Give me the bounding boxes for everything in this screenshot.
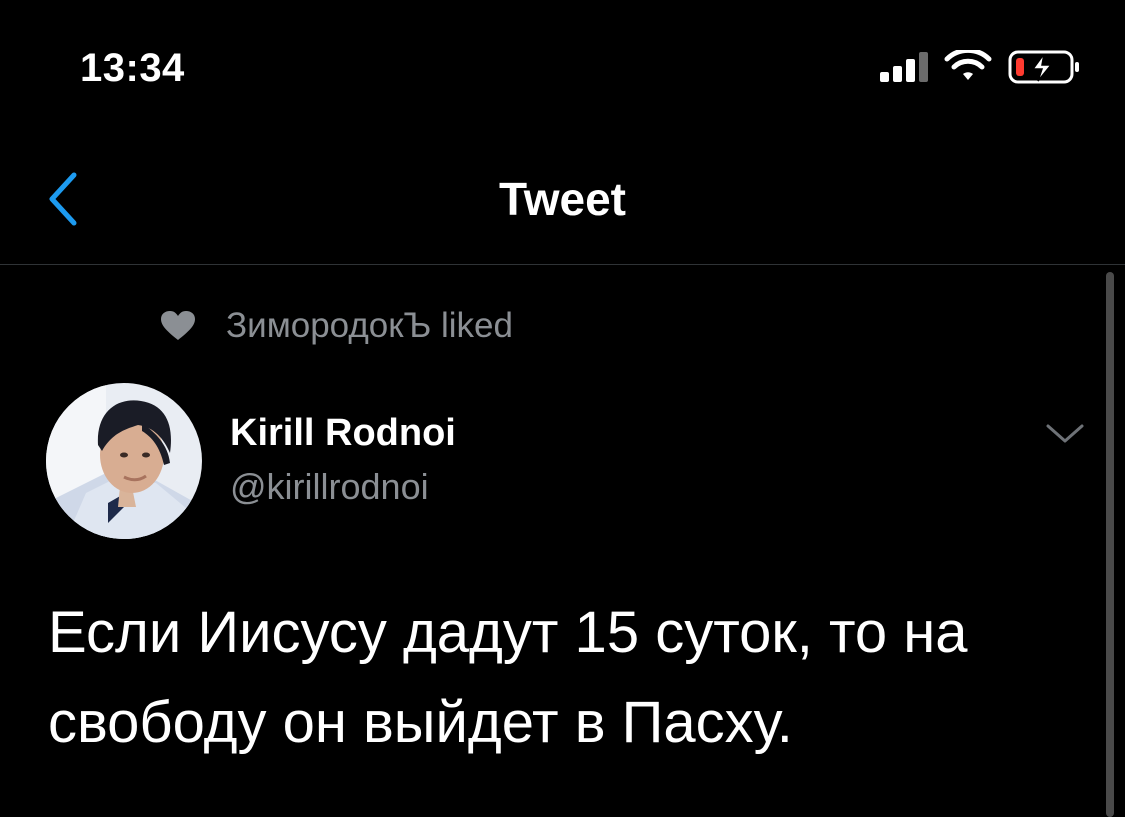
avatar-photo <box>46 383 202 539</box>
navigation-bar: Tweet <box>0 140 1125 265</box>
cellular-signal-icon <box>880 52 928 82</box>
social-context-text: ЗимородокЪ liked <box>226 306 513 345</box>
status-time: 13:34 <box>80 46 185 90</box>
avatar[interactable] <box>46 383 202 539</box>
tweet-text: Если Иисусу дадут 15 суток, то на свобод… <box>48 600 968 755</box>
status-bar: 13:34 <box>0 0 1125 140</box>
heart-icon <box>161 311 195 340</box>
wifi-icon <box>944 50 992 80</box>
page-title: Tweet <box>499 173 626 225</box>
tweet-menu-button[interactable] <box>1038 412 1092 456</box>
scrollbar[interactable] <box>1106 272 1114 817</box>
battery-low-charging-icon <box>1008 50 1079 84</box>
chevron-down-icon <box>1046 424 1084 443</box>
author-name[interactable]: Kirill Rodnoi <box>230 412 456 455</box>
author-handle[interactable]: @kirillrodnoi <box>230 466 429 508</box>
social-context[interactable]: ЗимородокЪ liked <box>160 300 513 352</box>
